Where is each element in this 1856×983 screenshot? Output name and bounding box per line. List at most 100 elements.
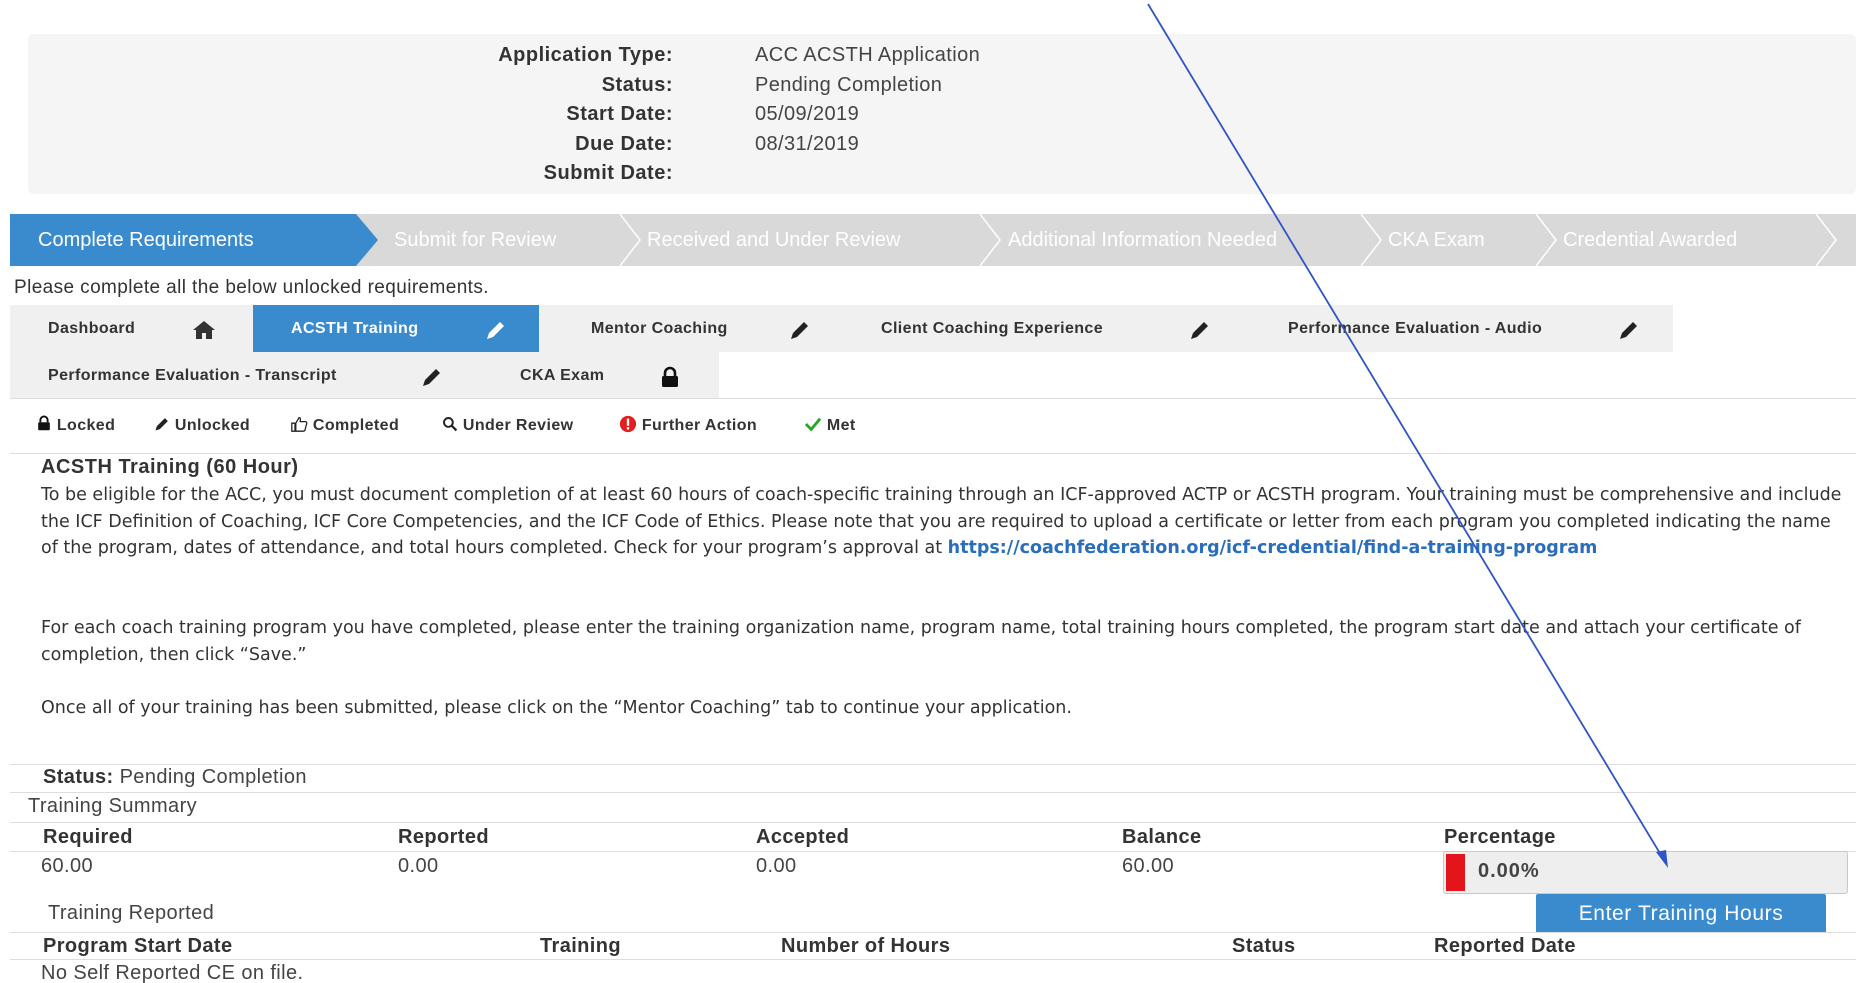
status-row: Status: Pending Completion <box>28 74 1228 104</box>
column-header-required: Required <box>43 826 133 848</box>
step-separator <box>1815 214 1837 266</box>
percentage-value: 0.00% <box>1478 860 1540 882</box>
legend-completed: Completed <box>290 413 399 439</box>
empty-message: No Self Reported CE on file. <box>41 962 304 983</box>
column-header-accepted: Accepted <box>756 826 850 848</box>
divider <box>10 792 1856 793</box>
legend-further-action: Further Action <box>619 413 757 439</box>
home-icon <box>193 321 215 339</box>
legend-unlocked: Unlocked <box>154 413 250 439</box>
column-header-number-of-hours: Number of Hours <box>781 935 951 957</box>
tab-label: Performance Evaluation - Transcript <box>48 367 337 384</box>
tab-acsth-training[interactable]: ACSTH Training <box>253 305 539 352</box>
pencil-icon <box>487 322 504 339</box>
application-info-panel: Application Type: ACC ACSTH Application … <box>28 34 1856 194</box>
check-icon <box>804 417 822 432</box>
pencil-icon <box>155 418 168 431</box>
training-summary-title: Training Summary <box>28 795 198 817</box>
due-date-label: Due Date: <box>575 133 673 155</box>
lock-icon <box>38 415 50 431</box>
divider <box>10 764 1856 765</box>
tab-label: Mentor Coaching <box>591 320 728 337</box>
tab-label: Performance Evaluation - Audio <box>1288 320 1543 337</box>
training-entry-instructions: For each coach training program you have… <box>41 618 1801 665</box>
submit-date-label: Submit Date: <box>543 162 673 184</box>
balance-value: 60.00 <box>1122 855 1175 877</box>
legend-label: Completed <box>312 417 400 434</box>
start-date-label: Start Date: <box>566 103 673 125</box>
tab-mentor-coaching[interactable]: Mentor Coaching <box>539 305 841 352</box>
legend-label: Met <box>826 417 856 434</box>
tab-label: Dashboard <box>48 320 136 337</box>
start-date-row: Start Date: 05/09/2019 <box>28 103 1228 133</box>
enter-training-hours-button[interactable]: Enter Training Hours <box>1536 894 1826 933</box>
column-header-balance: Balance <box>1122 826 1202 848</box>
step-label: CKA Exam <box>1388 229 1485 251</box>
submit-date-row: Submit Date: <box>28 162 1228 192</box>
progress-fill <box>1446 854 1465 891</box>
step-complete-requirements: Complete Requirements <box>10 214 356 266</box>
step-cka-exam: CKA Exam <box>1360 214 1485 266</box>
tab-label: CKA Exam <box>520 367 605 384</box>
tab-client-coaching-experience[interactable]: Client Coaching Experience <box>841 305 1240 352</box>
instructions-text: Please complete all the below unlocked r… <box>14 277 489 298</box>
legend-label: Unlocked <box>174 417 251 434</box>
training-program-link[interactable]: https://coachfederation.org/icf-credenti… <box>948 538 1598 558</box>
tab-label: ACSTH Training <box>291 320 419 337</box>
due-date-row: Due Date: 08/31/2019 <box>28 133 1228 163</box>
legend-locked: Locked <box>36 413 115 439</box>
step-credential-awarded: Credential Awarded <box>1535 214 1737 266</box>
legend-label: Under Review <box>462 417 574 434</box>
tab-performance-evaluation-audio[interactable]: Performance Evaluation - Audio <box>1240 305 1673 352</box>
legend-under-review: Under Review <box>442 413 573 439</box>
due-date-value: 08/31/2019 <box>755 133 860 155</box>
next-step-instructions: Once all of your training has been submi… <box>41 698 1072 718</box>
thumbs-up-icon <box>291 416 308 432</box>
pencil-icon <box>791 322 808 339</box>
application-type-value: ACC ACSTH Application <box>755 44 981 66</box>
legend-label: Further Action <box>641 417 758 434</box>
pencil-icon <box>1620 322 1637 339</box>
column-header-reported-date: Reported Date <box>1434 935 1576 957</box>
divider <box>10 822 1856 823</box>
alert-icon <box>619 415 637 433</box>
search-icon <box>443 417 458 432</box>
requirement-description: To be eligible for the ACC, you must doc… <box>41 482 1851 562</box>
progress-steps: Complete Requirements Submit for Review … <box>10 214 1856 266</box>
required-value: 60.00 <box>41 855 94 877</box>
status-label: Status: <box>601 74 673 96</box>
column-header-reported: Reported <box>398 826 489 848</box>
application-type-label: Application Type: <box>498 44 673 66</box>
column-header-status: Status <box>1232 935 1296 957</box>
section-title: ACSTH Training (60 Hour) <box>41 456 299 478</box>
legend-label: Locked <box>56 417 116 434</box>
step-additional-information-needed: Additional Information Needed <box>980 214 1277 266</box>
lock-icon <box>662 366 678 387</box>
column-header-training: Training <box>540 935 621 957</box>
status-value: Pending Completion <box>119 766 307 788</box>
reported-value: 0.00 <box>398 855 439 877</box>
percentage-progress-bar: 0.00% <box>1443 851 1848 894</box>
status-label: Status: <box>43 766 114 788</box>
divider <box>10 959 1856 960</box>
application-type-row: Application Type: ACC ACSTH Application <box>28 44 1228 74</box>
step-label: Credential Awarded <box>1563 229 1738 251</box>
tab-performance-evaluation-transcript[interactable]: Performance Evaluation - Transcript <box>10 352 479 399</box>
legend-met: Met <box>804 413 856 439</box>
step-label: Received and Under Review <box>647 229 901 251</box>
pencil-icon <box>1191 322 1208 339</box>
column-header-percentage: Percentage <box>1444 826 1556 848</box>
divider <box>10 932 1856 933</box>
training-reported-title: Training Reported <box>48 902 215 924</box>
divider <box>10 453 1856 454</box>
tab-dashboard[interactable]: Dashboard <box>10 305 253 352</box>
tab-cka-exam[interactable]: CKA Exam <box>479 352 719 399</box>
column-header-program-start-date: Program Start Date <box>43 935 233 957</box>
step-label: Complete Requirements <box>38 229 254 251</box>
tab-label: Client Coaching Experience <box>881 320 1104 337</box>
start-date-value: 05/09/2019 <box>755 103 860 125</box>
status-value: Pending Completion <box>755 74 943 96</box>
pencil-icon <box>423 369 440 386</box>
step-submit-for-review: Submit for Review <box>366 214 556 266</box>
accepted-value: 0.00 <box>756 855 797 877</box>
